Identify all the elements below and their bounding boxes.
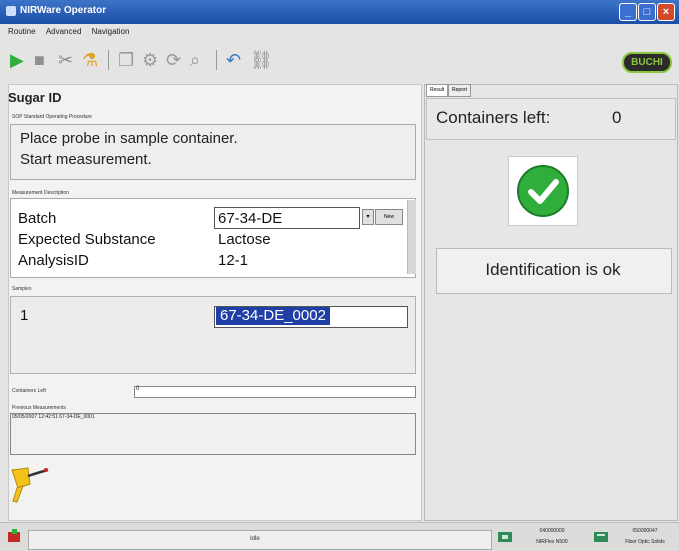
right-panel <box>424 84 678 521</box>
result-status-tile <box>508 156 578 226</box>
containers-left-count: 0 <box>612 108 622 127</box>
module-serial: 050000047 <box>632 528 658 534</box>
tab-result[interactable]: Result <box>426 84 449 97</box>
page-title: Sugar ID <box>8 90 62 105</box>
module-name: Fiber Optic Solids <box>625 539 665 545</box>
new-batch-button[interactable]: New <box>375 209 403 225</box>
undo-icon[interactable]: ↶ <box>226 50 241 70</box>
window-title: NIRWare Operator <box>20 5 107 16</box>
instrument-serial: 040000000 <box>539 528 565 534</box>
instrument-name: NIRFlex N500 <box>536 539 568 545</box>
toolbar-separator <box>216 50 217 70</box>
probe-module-icon <box>594 532 608 542</box>
title-bar: NIRWare Operator _ □ × <box>0 0 679 24</box>
tab-report[interactable]: Report <box>448 84 472 97</box>
probe-icon <box>11 467 49 503</box>
buchi-logo: BUCHI <box>622 52 672 73</box>
containers-left-label: Containers Left <box>12 388 46 394</box>
sop-label: SOP Standard Operating Procedure <box>12 114 92 120</box>
close-button[interactable]: × <box>657 3 675 21</box>
sop-line-1: Place probe in sample container. <box>20 130 238 147</box>
menu-navigation[interactable]: Navigation <box>92 27 130 36</box>
measurement-description-label: Measurement Description <box>12 190 69 196</box>
stop-icon[interactable]: ■ <box>34 50 45 70</box>
result-message: Identification is ok <box>485 260 621 279</box>
containers-left-heading: Containers left: <box>436 108 551 127</box>
batch-value[interactable]: 67-34-DE <box>218 210 282 227</box>
copy-icon[interactable]: ❐ <box>118 50 134 70</box>
status-progress <box>28 530 492 550</box>
play-icon[interactable]: ▶ <box>10 50 24 70</box>
minimize-button[interactable]: _ <box>619 3 637 21</box>
samples-label: Samples <box>12 286 32 292</box>
toolbar-separator <box>108 50 109 70</box>
refresh-icon[interactable]: ⟳ <box>166 50 181 70</box>
status-message: Idle <box>250 536 260 542</box>
app-icon <box>6 6 16 16</box>
flask-icon[interactable]: ⚗ <box>82 50 98 70</box>
previous-measurements-label: Previous Measurements <box>12 405 66 411</box>
menu-routine[interactable]: Routine <box>8 27 36 36</box>
analysis-id-label: AnalysisID <box>18 252 89 269</box>
link-icon[interactable]: ⛓ <box>250 50 273 70</box>
status-probe-icon <box>8 529 20 542</box>
search-icon[interactable]: ⌕ <box>190 50 200 70</box>
cut-icon[interactable]: ✂ <box>58 50 73 70</box>
menu-bar: Routine Advanced Navigation <box>0 24 679 39</box>
containers-left-bar <box>134 386 416 398</box>
menu-advanced[interactable]: Advanced <box>46 27 82 36</box>
expected-substance-value: Lactose <box>218 231 271 248</box>
toolbar: ▶ ■ ✂ ⚗ ❐ ⚙ ⟳ ⌕ ↶ ⛓ <box>0 40 679 78</box>
sop-line-2: Start measurement. <box>20 151 152 168</box>
previous-measurement-row[interactable]: 05/05/2007 12:42:51 67-34-DE_0001 <box>12 414 95 420</box>
batch-label: Batch <box>18 210 57 227</box>
settings-icon[interactable]: ⚙ <box>142 50 158 70</box>
instrument-icon <box>498 532 512 542</box>
expected-substance-label: Expected Substance <box>18 231 156 248</box>
fields-scrollbar[interactable] <box>407 200 416 274</box>
checkmark-icon <box>517 165 569 217</box>
app-window: NIRWare Operator _ □ × Routine Advanced … <box>0 0 679 551</box>
batch-dropdown-button[interactable]: ▾ <box>362 209 374 225</box>
sample-index: 1 <box>20 307 29 324</box>
sample-id-value[interactable]: 67-34-DE_0002 <box>216 307 330 325</box>
analysis-id-value: 12-1 <box>218 252 249 269</box>
maximize-button[interactable]: □ <box>638 3 656 21</box>
containers-left-value: 0 <box>136 386 140 392</box>
